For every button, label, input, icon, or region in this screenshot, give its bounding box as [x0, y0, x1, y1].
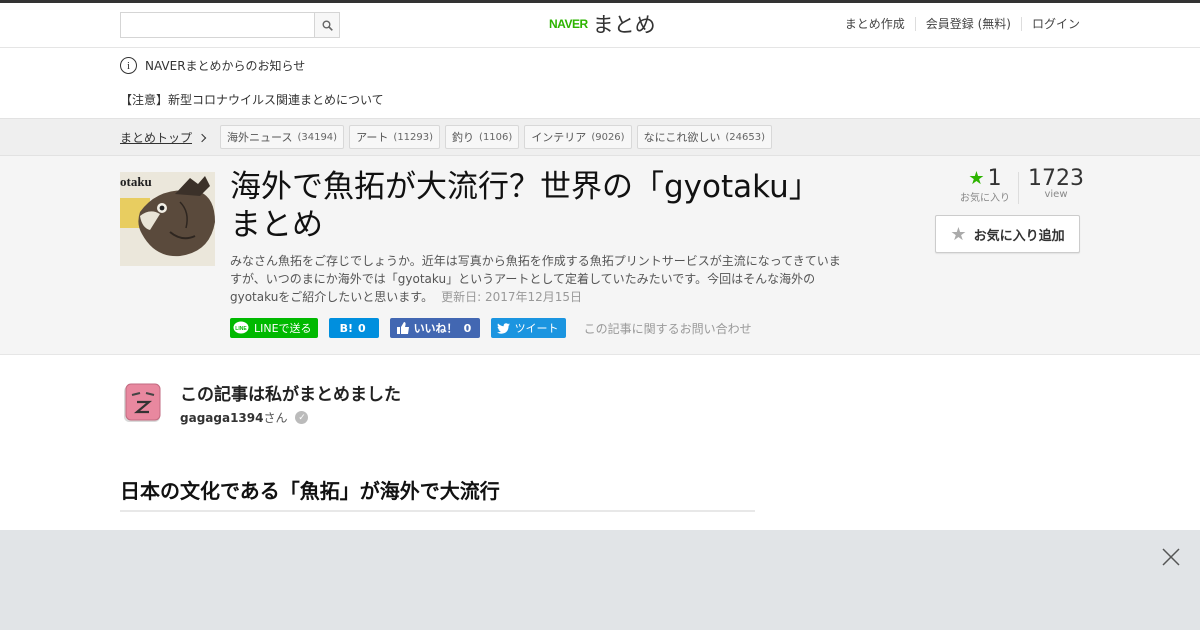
facebook-like-count: 0 — [463, 321, 472, 335]
login-link[interactable]: ログイン — [1020, 17, 1080, 31]
article-thumbnail[interactable]: otaku — [120, 172, 215, 266]
chevron-right-icon — [197, 133, 207, 142]
section-heading: 日本の文化である「魚拓」が海外で大流行 — [120, 475, 755, 512]
logo-text: まとめ — [592, 13, 656, 37]
thumbnail-text: otaku — [120, 174, 152, 189]
logo-brand: NAVER — [549, 17, 588, 31]
contact-link[interactable]: この記事に関するお問い合わせ — [584, 320, 752, 337]
tweet-label: ツイート — [514, 322, 559, 335]
category-name: 海外ニュース — [227, 131, 293, 144]
category-tag[interactable]: 海外ニュース (34194) — [220, 125, 345, 149]
line-share-button[interactable]: LINE LINEで送る — [230, 318, 318, 338]
header: NAVER まとめ まとめ作成 会員登録 (無料) ログイン — [0, 3, 1200, 48]
category-count: (1106) — [479, 131, 513, 143]
hatena-bookmark-button[interactable]: B! 0 — [328, 318, 379, 338]
category-tag[interactable]: なにこれ欲しい (24653) — [636, 125, 772, 149]
category-tag[interactable]: 釣り (1106) — [445, 125, 520, 149]
category-count: (9026) — [591, 131, 625, 143]
author-suffix: さん — [263, 411, 288, 425]
category-bar: まとめトップ 海外ニュース (34194) アート (11293) 釣り (1106)… — [0, 118, 1200, 156]
favorite-count-value: 1 — [987, 166, 1002, 191]
article-description: みなさん魚拓をご存じでしょうか。近年は写真から魚拓を作成する魚拓プリントサービス… — [230, 252, 845, 306]
green-star-icon: ★ — [968, 168, 985, 189]
favorite-count-label: お気に入り — [960, 193, 1010, 204]
ad-overlay — [0, 530, 1200, 630]
create-matome-link[interactable]: まとめ作成 — [835, 17, 915, 31]
article-stats: ★ 1 お気に入り 1723 view — [950, 166, 1084, 206]
share-buttons: LINE LINEで送る B! 0 いいね！ 0 ツイート この記事に関するお問… — [230, 318, 752, 338]
user-nav: まとめ作成 会員登録 (無料) ログイン — [835, 17, 1080, 31]
category-name: なにこれ欲しい — [643, 131, 721, 144]
category-count: (24653) — [725, 131, 765, 143]
verified-check-icon: ✓ — [295, 411, 309, 424]
thumbs-up-icon — [396, 322, 409, 334]
article-title: 海外で魚拓が大流行？世界の「gyotaku」まとめ — [230, 169, 820, 243]
category-tags: 海外ニュース (34194) アート (11293) 釣り (1106) インテリア (… — [220, 125, 777, 149]
author-name: gagaga1394 さん ✓ — [180, 409, 309, 426]
stats-divider — [1018, 172, 1019, 204]
hatena-count: 0 — [357, 321, 366, 335]
tweet-button[interactable]: ツイート — [490, 318, 566, 338]
close-icon[interactable] — [1162, 548, 1180, 566]
favorite-count: ★ 1 お気に入り — [952, 166, 1018, 204]
hatena-icon: B! — [339, 321, 353, 335]
breadcrumb-label: まとめトップ — [120, 131, 193, 145]
twitter-bird-icon — [496, 322, 510, 334]
info-icon: i — [120, 57, 137, 74]
notice-link[interactable]: 【注意】新型コロナウイルス関連まとめについて — [120, 91, 384, 108]
category-count: (34194) — [297, 131, 338, 143]
view-count-value: 1723 — [1028, 166, 1084, 191]
updated-date: 更新日: 2017年12月15日 — [441, 290, 583, 304]
category-tag[interactable]: インテリア (9026) — [524, 125, 632, 149]
article-header: otaku 海外で魚拓が大流行？世界の「gyotaku」まとめ みなさん魚拓をご… — [0, 156, 1200, 355]
search-input[interactable] — [121, 13, 315, 37]
facebook-like-label: いいね！ — [413, 322, 458, 335]
line-share-label: LINEで送る — [254, 322, 312, 335]
search-icon — [322, 20, 333, 31]
author-username[interactable]: gagaga1394 — [180, 411, 263, 425]
add-favorite-button[interactable]: ★ お気に入り追加 — [935, 215, 1080, 253]
add-favorite-label: お気に入り追加 — [973, 228, 1065, 244]
avatar[interactable] — [120, 380, 165, 425]
category-tag[interactable]: アート (11293) — [349, 125, 441, 149]
svg-text:LINE: LINE — [235, 326, 247, 332]
category-name: アート — [356, 131, 389, 144]
search-box — [120, 12, 340, 38]
breadcrumb-top[interactable]: まとめトップ — [120, 129, 207, 146]
notice-label: NAVERまとめからのお知らせ — [145, 59, 306, 73]
category-name: インテリア — [531, 131, 587, 144]
view-count: 1723 view — [1026, 166, 1086, 200]
category-count: (11293) — [393, 131, 434, 143]
category-name: 釣り — [452, 131, 475, 144]
search-button[interactable] — [314, 13, 339, 37]
line-icon: LINE — [233, 321, 249, 334]
notice-header: i NAVERまとめからのお知らせ — [120, 57, 305, 74]
site-logo[interactable]: NAVER まとめ — [549, 9, 656, 39]
author-heading: この記事は私がまとめました — [180, 385, 401, 405]
star-icon: ★ — [950, 223, 967, 245]
register-link[interactable]: 会員登録 (無料) — [914, 17, 1021, 31]
facebook-like-button[interactable]: いいね！ 0 — [389, 318, 480, 338]
